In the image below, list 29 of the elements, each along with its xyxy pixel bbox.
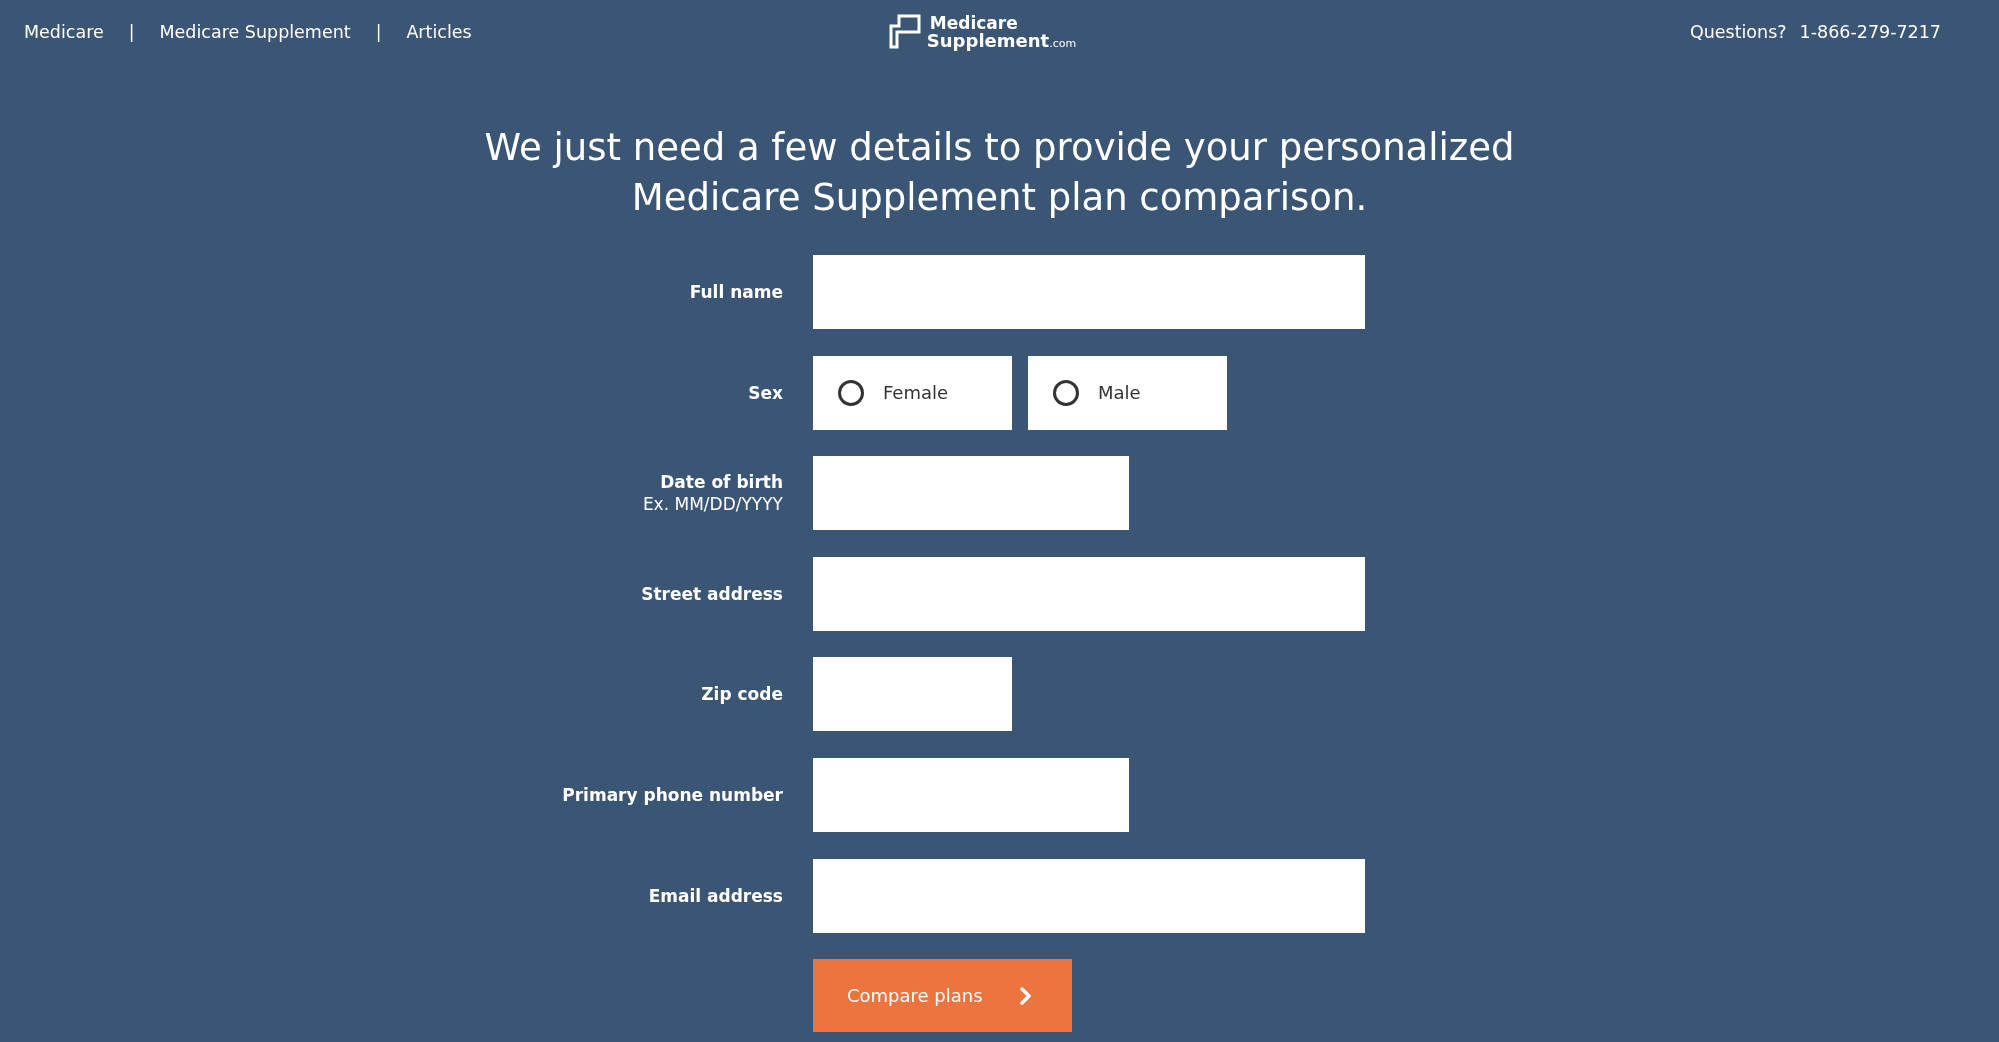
radio-option[interactable]: Male (1028, 355, 1227, 430)
input-field[interactable] (813, 556, 1365, 631)
input-field[interactable] (813, 757, 1129, 832)
radio-option[interactable]: Female (813, 355, 1012, 430)
field-label: Full name (689, 281, 783, 303)
field-hint: Ex. MM/DD/YYYY (642, 493, 783, 516)
page-heading: We just need a few details to provide your personalized Medicare Supplement plan comparison. (483, 125, 1516, 221)
nav-divider: | (128, 22, 135, 42)
nav-divider: | (375, 22, 382, 42)
logo-text: Supplement (926, 31, 1050, 50)
chevron-right-icon (1019, 986, 1032, 1005)
field-label: Street address (641, 582, 783, 605)
field-label: Date of birth (660, 471, 783, 494)
field-label: Email address (648, 884, 783, 907)
logo-icon (888, 13, 921, 49)
field-label: Primary phone number (562, 783, 783, 806)
nav-link[interactable]: Medicare Supplement (159, 22, 351, 42)
field-label: Zip code (701, 683, 783, 706)
input-field[interactable] (813, 456, 1129, 531)
input-field[interactable] (813, 255, 1365, 329)
logo-domain-suffix: .com (1049, 36, 1077, 50)
phone-link[interactable]: 1-866-279-7217 (1799, 22, 1941, 42)
nav-link[interactable]: Medicare (24, 22, 104, 42)
input-field[interactable] (813, 657, 1012, 732)
questions-label: Questions? (1689, 22, 1787, 42)
logo-text: Medicare (928, 13, 1019, 32)
nav-link[interactable]: Articles (406, 22, 472, 42)
field-label: Sex (748, 381, 783, 404)
input-field[interactable] (813, 858, 1365, 933)
